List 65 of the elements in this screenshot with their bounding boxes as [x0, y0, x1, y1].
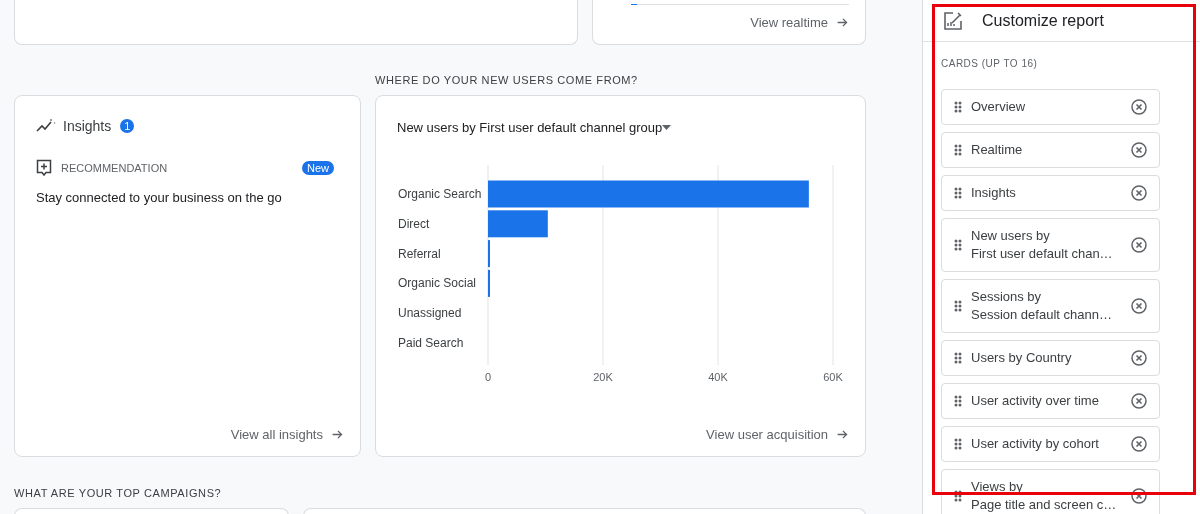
card-name: User activity by cohort	[971, 435, 1100, 453]
remove-icon[interactable]	[1131, 350, 1147, 366]
drag-handle-icon[interactable]	[954, 101, 962, 113]
caret-icon	[662, 124, 672, 131]
remove-icon[interactable]	[1131, 142, 1147, 158]
card-list-item[interactable]: Sessions by Session default chann…	[941, 279, 1160, 333]
recommendation-icon	[36, 159, 52, 177]
card-list-item[interactable]: User activity over time	[941, 383, 1160, 419]
drag-handle-icon[interactable]	[954, 239, 962, 251]
remove-icon[interactable]	[1131, 99, 1147, 115]
panel-title: Customize report	[982, 11, 1104, 30]
arrow-icon	[331, 428, 344, 441]
recommendation-label: RECOMMENDATION	[61, 162, 169, 174]
insights-title: Insights	[63, 118, 112, 134]
remove-icon[interactable]	[1131, 298, 1147, 314]
arrow-icon	[836, 428, 849, 441]
card-list-item[interactable]: Users by Country	[941, 340, 1160, 376]
new-badge: New	[302, 161, 334, 175]
section-heading: WHERE DO YOUR NEW USERS COME FROM?	[375, 74, 639, 87]
recommendation-text[interactable]: Stay connected to your business on the go	[36, 190, 340, 205]
card-name: Insights	[971, 184, 1017, 202]
axis-tick-label: 0	[484, 371, 492, 383]
section-label: CARDS (UP TO 16)	[941, 58, 1039, 69]
edit-report-icon	[943, 10, 963, 31]
card-list-item[interactable]: Realtime	[941, 132, 1160, 168]
card-name: New users by First user default chan…	[971, 227, 1114, 263]
category-label: Paid Search	[398, 336, 464, 350]
card-list-item[interactable]: Overview	[941, 89, 1160, 125]
view-all-insights-link[interactable]: View all insights	[230, 427, 344, 442]
drag-handle-icon[interactable]	[954, 352, 962, 364]
category-label: Referral	[398, 246, 441, 261]
bar	[488, 210, 548, 238]
card-name: Sessions by Session default chann…	[971, 288, 1113, 324]
arrow-icon	[836, 16, 849, 29]
axis-tick-label: 60K	[823, 371, 843, 383]
card-name: Overview	[971, 98, 1027, 116]
category-label: Unassigned	[398, 306, 462, 321]
remove-icon[interactable]	[1131, 393, 1147, 409]
category-label: Organic Search	[398, 187, 482, 201]
remove-icon[interactable]	[1131, 436, 1147, 452]
drag-handle-icon[interactable]	[954, 300, 962, 312]
category-label: Organic Social	[398, 276, 477, 291]
drag-handle-icon[interactable]	[954, 187, 962, 199]
count-badge: 1	[120, 119, 135, 133]
axis-tick-label: 40K	[708, 371, 728, 383]
drag-handle-icon[interactable]	[954, 395, 962, 407]
card-name: User activity over time	[971, 392, 1100, 410]
card-list-item[interactable]: User activity by cohort	[941, 426, 1160, 462]
section-heading: WHAT ARE YOUR TOP CAMPAIGNS?	[14, 487, 223, 500]
card-list-item[interactable]: Insights	[941, 175, 1160, 211]
drag-handle-icon[interactable]	[954, 438, 962, 450]
chart-title-dropdown[interactable]: New users by First user default channel group	[397, 120, 672, 135]
card-name: Users by Country	[971, 349, 1073, 367]
drag-handle-icon[interactable]	[954, 144, 962, 156]
card-name: Realtime	[971, 141, 1024, 159]
remove-icon[interactable]	[1131, 185, 1147, 201]
card-list-item[interactable]: New users by First user default chan…	[941, 218, 1160, 272]
remove-icon[interactable]	[1131, 237, 1147, 253]
remove-icon[interactable]	[1131, 488, 1147, 504]
trend-icon	[36, 119, 56, 133]
drag-handle-icon[interactable]	[954, 490, 962, 502]
view-realtime-link[interactable]: View realtime	[750, 15, 849, 30]
view-user-acquisition-link[interactable]: View user acquisition	[706, 427, 849, 442]
category-label: Direct	[398, 216, 430, 231]
axis-tick-label: 20K	[593, 371, 613, 383]
